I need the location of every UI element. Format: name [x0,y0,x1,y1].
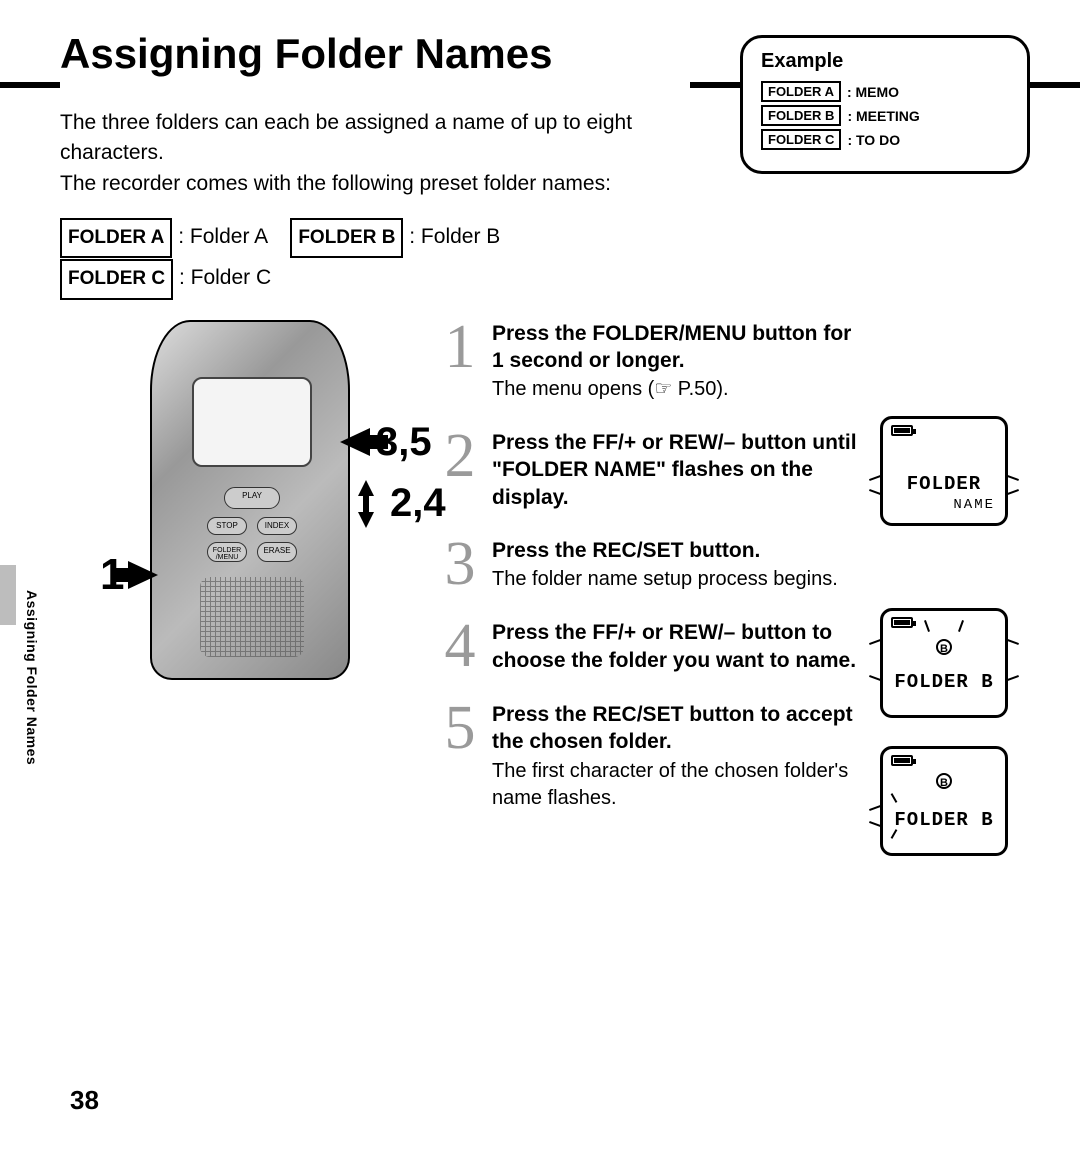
step-5: 5 Press the REC/SET button to accept the… [440,701,868,812]
recorder-device: PLAY STOP INDEX FOLDER /MENU ERASE [150,320,350,680]
example-row-a: FOLDER A : MEMO [761,81,1009,102]
intro-line2: The recorder comes with the following pr… [60,172,611,195]
step-3: 3 Press the REC/SET button. The folder n… [440,537,868,593]
folder-chip-b: FOLDER B [290,218,403,258]
step-number: 3 [440,537,480,593]
device-index-button: INDEX [257,517,297,535]
step-title: Press the FF/+ or REW/– button to choose… [492,619,868,674]
step-title: Press the FF/+ or REW/– button until "FO… [492,429,868,511]
step-number: 5 [440,701,480,812]
callout-24-num: 2,4 [390,481,446,526]
battery-icon [891,617,913,628]
example-row-c: FOLDER C : TO DO [761,129,1009,150]
intro-text: The three folders can each be assigned a… [60,108,700,199]
step-desc: The folder name setup process begins. [492,566,868,593]
device-erase-button: ERASE [257,542,297,562]
callout-1: 1 [100,550,158,600]
arrow-left-icon [340,428,370,456]
device-speaker-grille [200,577,304,657]
lcd-column: FOLDER NAME B FOLDER B [880,320,1020,838]
step-number: 4 [440,619,480,675]
callout-24: 2,4 [348,480,446,528]
battery-icon [891,755,913,766]
step-number: 2 [440,429,480,511]
step-4: 4 Press the FF/+ or REW/– button to choo… [440,619,868,675]
folder-chip-c: FOLDER C [60,259,173,299]
folder-chip: FOLDER A [761,81,841,102]
preset-c-value: : Folder C [179,266,271,289]
folder-chip-a: FOLDER A [60,218,172,258]
intro-line1: The three folders can each be assigned a… [60,111,632,164]
side-label: Assigning Folder Names [24,590,40,765]
step-title: Press the REC/SET button. [492,537,868,564]
example-value: : MEMO [847,84,899,100]
lcd3-main: FOLDER B [883,809,1005,831]
step-desc: The first character of the chosen folder… [492,758,868,812]
preset-b-value: : Folder B [409,225,500,248]
lcd1-sub: NAME [953,497,995,513]
step-1: 1 Press the FOLDER/MENU button for 1 sec… [440,320,868,404]
step-title: Press the FOLDER/MENU button for 1 secon… [492,320,868,375]
example-value: : TO DO [847,132,900,148]
example-value: : MEETING [847,108,919,124]
steps-list: 1 Press the FOLDER/MENU button for 1 sec… [440,320,868,838]
title-rule-gap [60,78,690,92]
step-number: 1 [440,320,480,404]
lcd2-main: FOLDER B [883,671,1005,693]
device-menu-button: FOLDER /MENU [207,542,247,562]
lcd-screen-1: FOLDER NAME [880,416,1008,526]
folder-chip: FOLDER C [761,129,841,150]
page-number: 38 [70,1085,99,1116]
battery-icon [891,425,913,436]
preset-a-value: : Folder A [178,225,267,248]
example-row-b: FOLDER B : MEETING [761,105,1009,126]
page-title: Assigning Folder Names [60,30,1020,78]
device-play-button: PLAY [224,487,280,509]
lcd-screen-3: B FOLDER B [880,746,1008,856]
lcd-folder-b-icon: B [936,773,952,789]
callout-35: 3,5 [340,420,432,465]
step-2: 2 Press the FF/+ or REW/– button until "… [440,429,868,511]
device-illustration: PLAY STOP INDEX FOLDER /MENU ERASE 1 3,5… [60,320,440,820]
preset-list: FOLDER A : Folder A FOLDER B : Folder B … [60,217,1020,299]
device-screen [192,377,312,467]
lcd-folder-b-icon: B [936,639,952,655]
folder-chip: FOLDER B [761,105,841,126]
step-desc: The menu opens (☞ P.50). [492,376,868,403]
lcd1-main: FOLDER [883,473,1005,495]
lcd-screen-2: B FOLDER B [880,608,1008,718]
step-title: Press the REC/SET button to accept the c… [492,701,868,756]
arrow-updown-icon [348,480,382,528]
arrow-right-icon [128,561,158,589]
side-tab [0,565,16,625]
device-stop-button: STOP [207,517,247,535]
